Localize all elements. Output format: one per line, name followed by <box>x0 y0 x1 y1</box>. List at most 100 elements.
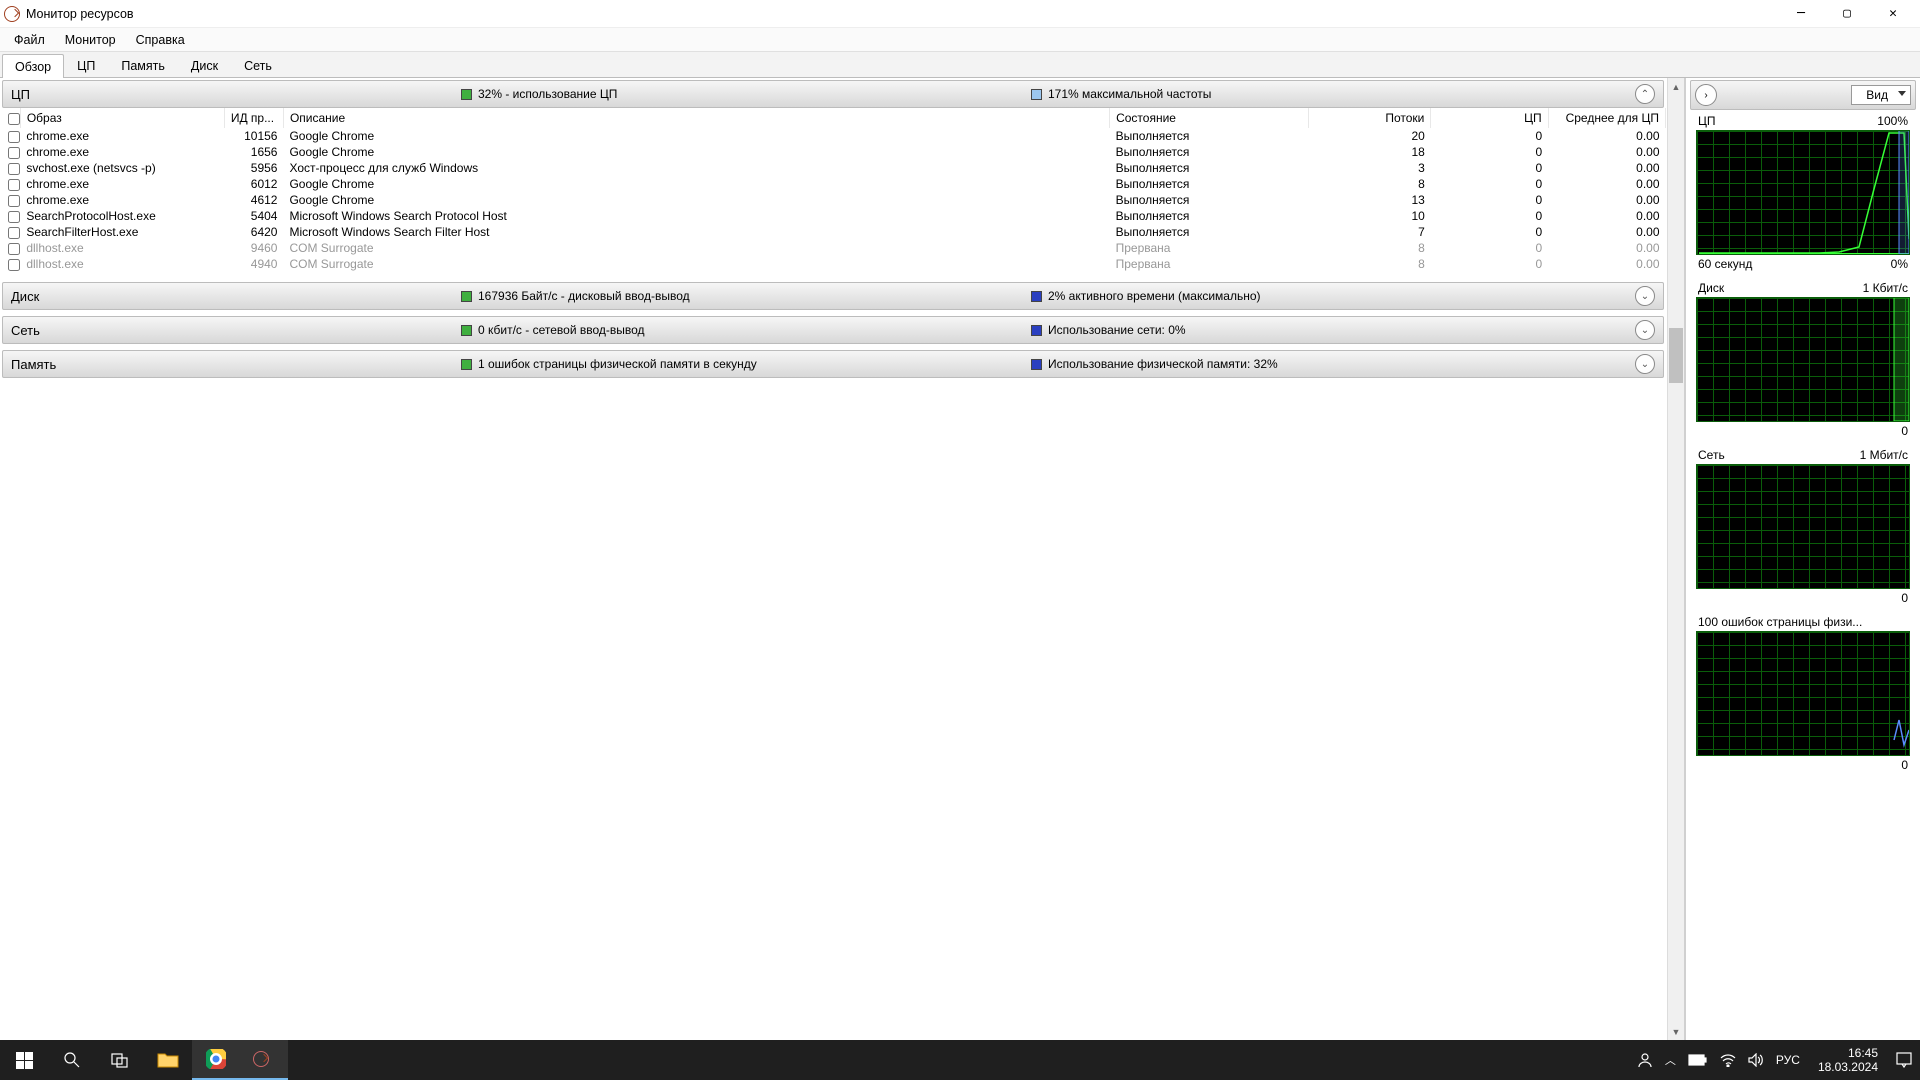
people-icon[interactable] <box>1637 1052 1653 1068</box>
start-button[interactable] <box>0 1040 48 1080</box>
section-header-cpu[interactable]: ЦП 32% - использование ЦП 171% максималь… <box>2 80 1664 108</box>
maximize-button[interactable]: ▢ <box>1824 0 1870 28</box>
table-row[interactable]: dllhost.exe4940COM SurrogateПрервана800.… <box>2 256 1666 272</box>
section-header-network[interactable]: Сеть 0 кбит/с - сетевой ввод-вывод Испол… <box>2 316 1664 344</box>
col-threads[interactable]: Потоки <box>1308 108 1430 128</box>
cell-desc: Хост-процесс для служб Windows <box>283 160 1109 176</box>
expand-mem-button[interactable]: ⌄ <box>1635 354 1655 374</box>
scroll-down-icon[interactable]: ▼ <box>1668 1023 1684 1040</box>
row-checkbox[interactable] <box>8 195 20 207</box>
table-row[interactable]: chrome.exe6012Google ChromeВыполняется80… <box>2 176 1666 192</box>
graph-pagefaults: 100 ошибок страницы физи... 0 <box>1696 615 1910 778</box>
cell-desc: Google Chrome <box>283 144 1109 160</box>
row-checkbox[interactable] <box>8 179 20 191</box>
tab-disk[interactable]: Диск <box>178 53 231 77</box>
menu-help[interactable]: Справка <box>126 29 195 51</box>
pf-trace-icon <box>1699 631 1909 755</box>
action-center-icon[interactable] <box>1896 1052 1912 1068</box>
taskbar-resmon[interactable] <box>240 1040 288 1080</box>
table-row[interactable]: SearchFilterHost.exe6420Microsoft Window… <box>2 224 1666 240</box>
window-title: Монитор ресурсов <box>26 7 134 21</box>
col-avgcpu[interactable]: Среднее для ЦП <box>1548 108 1665 128</box>
cpu-freq-metric: 171% максимальной частоты <box>1031 87 1635 101</box>
cell-state: Выполняется <box>1110 160 1309 176</box>
cell-state: Прервана <box>1110 256 1309 272</box>
cell-pid: 1656 <box>224 144 283 160</box>
taskbar-clock[interactable]: 16:45 18.03.2024 <box>1812 1046 1884 1074</box>
row-checkbox[interactable] <box>8 243 20 255</box>
table-row[interactable]: svchost.exe (netsvcs -p)5956Хост-процесс… <box>2 160 1666 176</box>
row-checkbox[interactable] <box>8 211 20 223</box>
right-pane: › Вид ЦП100% 60 секунд0% Диск1 Кбит/с 0 <box>1685 78 1920 1040</box>
titlebar: Монитор ресурсов ─ ▢ ✕ <box>0 0 1920 28</box>
cell-cpu: 0 <box>1431 160 1548 176</box>
col-cpu[interactable]: ЦП <box>1431 108 1548 128</box>
tab-cpu[interactable]: ЦП <box>64 53 108 77</box>
cell-image: chrome.exe <box>20 128 224 144</box>
row-checkbox[interactable] <box>8 147 20 159</box>
table-row[interactable]: chrome.exe4612Google ChromeВыполняется13… <box>2 192 1666 208</box>
wifi-icon[interactable] <box>1720 1053 1736 1067</box>
volume-icon[interactable] <box>1748 1053 1764 1067</box>
task-view-button[interactable] <box>96 1040 144 1080</box>
row-checkbox[interactable] <box>8 259 20 271</box>
taskbar-explorer[interactable] <box>144 1040 192 1080</box>
col-image[interactable]: Образ <box>20 108 224 128</box>
tab-memory[interactable]: Память <box>108 53 178 77</box>
search-icon <box>63 1051 81 1069</box>
row-checkbox[interactable] <box>8 227 20 239</box>
row-checkbox[interactable] <box>8 131 20 143</box>
language-indicator[interactable]: РУС <box>1776 1053 1800 1067</box>
battery-icon[interactable] <box>1688 1054 1708 1066</box>
scroll-up-icon[interactable]: ▲ <box>1668 78 1684 95</box>
cell-cpu: 0 <box>1431 144 1548 160</box>
cell-pid: 6420 <box>224 224 283 240</box>
table-row[interactable]: chrome.exe1656Google ChromeВыполняется18… <box>2 144 1666 160</box>
menu-monitor[interactable]: Монитор <box>55 29 126 51</box>
table-row[interactable]: dllhost.exe9460COM SurrogateПрервана800.… <box>2 240 1666 256</box>
select-all-checkbox[interactable] <box>8 113 20 125</box>
net-usage-metric: Использование сети: 0% <box>1031 323 1635 337</box>
cell-state: Выполняется <box>1110 128 1309 144</box>
cell-desc: Google Chrome <box>283 128 1109 144</box>
tab-overview[interactable]: Обзор <box>2 54 64 78</box>
cpu-usage-metric: 32% - использование ЦП <box>461 87 1031 101</box>
cell-cpu: 0 <box>1431 240 1548 256</box>
cell-threads: 8 <box>1308 240 1430 256</box>
close-button[interactable]: ✕ <box>1870 0 1916 28</box>
col-state[interactable]: Состояние <box>1110 108 1309 128</box>
scroll-thumb[interactable] <box>1669 328 1683 383</box>
left-scrollbar[interactable]: ▲ ▼ <box>1667 78 1684 1040</box>
collapse-cpu-button[interactable]: ⌃ <box>1635 84 1655 104</box>
cell-cpu: 0 <box>1431 192 1548 208</box>
cell-avgcpu: 0.00 <box>1548 256 1665 272</box>
windows-logo-icon <box>16 1052 33 1069</box>
expand-disk-button[interactable]: ⌄ <box>1635 286 1655 306</box>
cell-pid: 4940 <box>224 256 283 272</box>
tray-chevron-icon[interactable]: ︿ <box>1665 1052 1676 1068</box>
cell-threads: 13 <box>1308 192 1430 208</box>
col-pid[interactable]: ИД пр... <box>224 108 283 128</box>
tab-network[interactable]: Сеть <box>231 53 285 77</box>
cell-image: chrome.exe <box>20 144 224 160</box>
col-desc[interactable]: Описание <box>283 108 1109 128</box>
section-header-disk[interactable]: Диск 167936 Байт/с - дисковый ввод-вывод… <box>2 282 1664 310</box>
expand-net-button[interactable]: ⌄ <box>1635 320 1655 340</box>
table-row[interactable]: chrome.exe10156Google ChromeВыполняется2… <box>2 128 1666 144</box>
taskbar-search[interactable] <box>48 1040 96 1080</box>
taskbar-chrome[interactable] <box>192 1040 240 1080</box>
minimize-button[interactable]: ─ <box>1778 0 1824 28</box>
table-row[interactable]: SearchProtocolHost.exe5404Microsoft Wind… <box>2 208 1666 224</box>
net-io-metric: 0 кбит/с - сетевой ввод-вывод <box>461 323 1031 337</box>
view-dropdown[interactable]: Вид <box>1851 85 1911 105</box>
section-header-memory[interactable]: Память 1 ошибок страницы физической памя… <box>2 350 1664 378</box>
row-checkbox[interactable] <box>8 163 20 175</box>
menu-file[interactable]: Файл <box>4 29 55 51</box>
cell-avgcpu: 0.00 <box>1548 224 1665 240</box>
cell-threads: 7 <box>1308 224 1430 240</box>
folder-icon <box>157 1051 179 1069</box>
cell-threads: 8 <box>1308 176 1430 192</box>
cell-threads: 8 <box>1308 256 1430 272</box>
cell-avgcpu: 0.00 <box>1548 192 1665 208</box>
collapse-right-pane-button[interactable]: › <box>1695 84 1717 106</box>
